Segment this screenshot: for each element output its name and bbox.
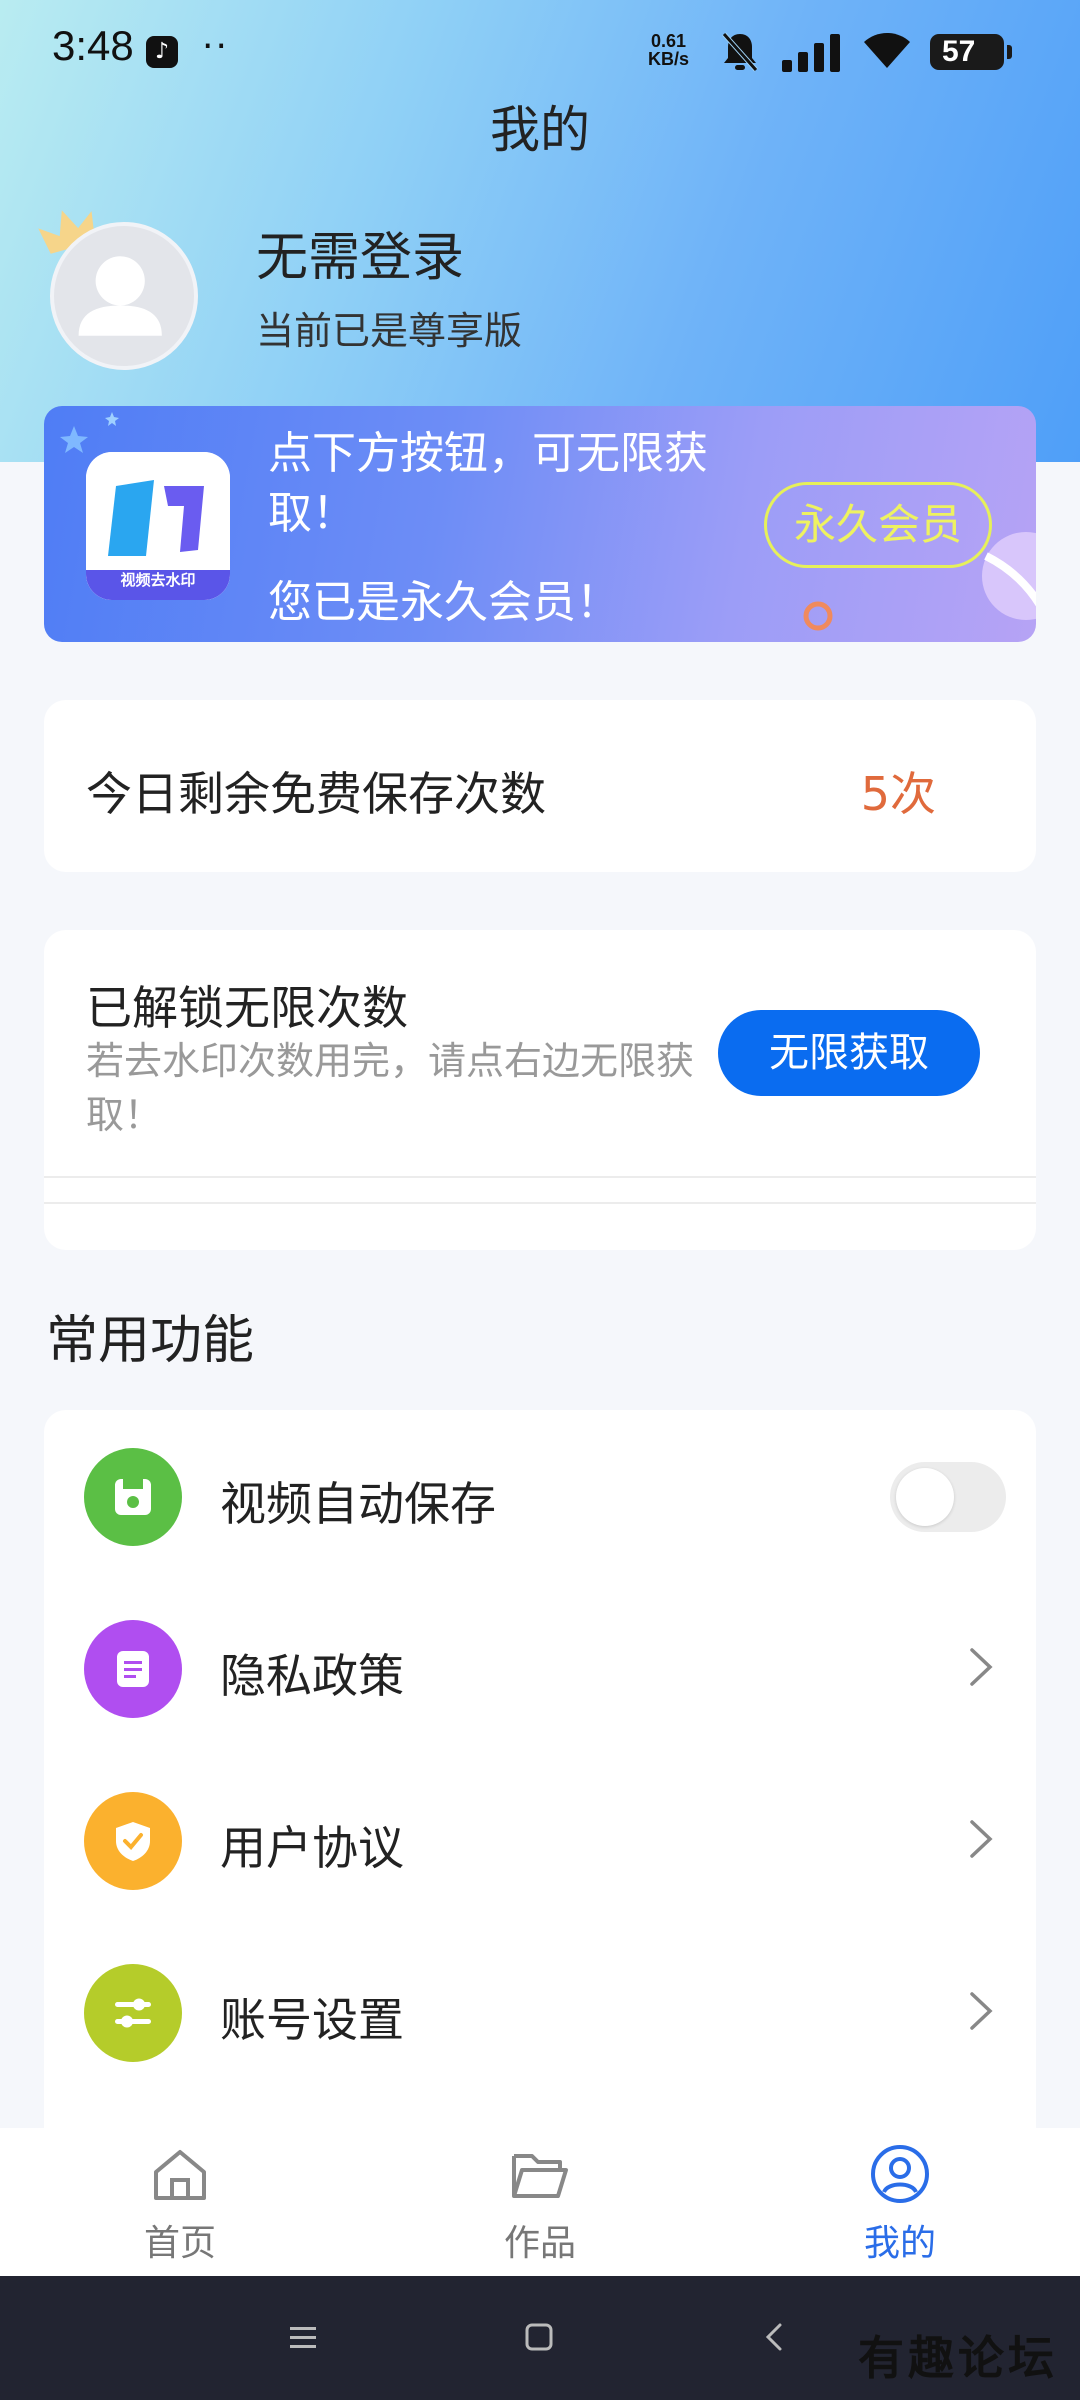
home-button-icon[interactable]	[514, 2312, 564, 2362]
free-saves-count: 5次	[860, 767, 936, 821]
home-icon	[154, 2150, 206, 2200]
tab-works[interactable]: 作品	[440, 2128, 640, 2276]
auto-save-label: 视频自动保存	[220, 1477, 496, 1531]
toggle-knob	[896, 1468, 954, 1526]
divider	[44, 1176, 1036, 1178]
page-title: 我的	[490, 101, 590, 159]
app-logo-label: 视频去水印	[120, 571, 196, 589]
avatar[interactable]	[50, 222, 198, 370]
list-item-user-agreement[interactable]: 用户协议	[44, 1754, 1036, 1926]
app-logo: 视频去水印	[86, 452, 230, 600]
signal-icon	[782, 34, 840, 72]
unlimited-get-button[interactable]: 无限获取	[718, 1010, 980, 1096]
network-speed-value: 0.61	[650, 31, 687, 51]
network-speed: 0.61 KB/s	[648, 32, 689, 68]
bell-off-icon	[722, 32, 758, 72]
tab-works-label: 作品	[503, 2223, 576, 2264]
auto-save-toggle[interactable]	[890, 1462, 1006, 1532]
status-bar: 3:48 ♪ ·· 0.61 KB/s 57	[0, 0, 1080, 100]
sliders-icon	[84, 1964, 182, 2062]
vip-banner[interactable]: 视频去水印 点下方按钮，可无限获取！ 您已是永久会员！ 永久会员	[44, 406, 1036, 642]
tab-mine-label: 我的	[863, 2223, 936, 2264]
tab-home-label: 首页	[143, 2223, 216, 2264]
tab-home[interactable]: 首页	[80, 2128, 280, 2276]
account-settings-label: 账号设置	[220, 1993, 404, 2047]
unlock-card: 已解锁无限次数 若去水印次数用完，请点右边无限获取！ 无限获取	[44, 930, 1036, 1250]
chevron-right-icon	[970, 1992, 993, 2030]
functions-list: 视频自动保存 隐私政策 用户协议 账号设置	[44, 1410, 1036, 2130]
user-name[interactable]: 无需登录	[256, 215, 464, 290]
tiktok-icon: ♪	[146, 36, 178, 68]
document-icon	[84, 1620, 182, 1718]
divider	[44, 1202, 1036, 1204]
user-placeholder-icon	[78, 256, 162, 336]
privacy-policy-label: 隐私政策	[220, 1649, 404, 1703]
free-saves-label: 今日剩余免费保存次数	[86, 767, 546, 821]
unlock-title: 已解锁无限次数	[86, 981, 408, 1035]
tab-mine[interactable]: 我的	[800, 2128, 1000, 2276]
list-item-privacy-policy[interactable]: 隐私政策	[44, 1582, 1036, 1754]
wifi-icon	[864, 33, 910, 68]
folder-icon	[512, 2154, 568, 2198]
user-agreement-label: 用户协议	[220, 1821, 404, 1875]
list-item-auto-save[interactable]: 视频自动保存	[44, 1410, 1036, 1582]
shield-check-icon	[84, 1792, 182, 1890]
chevron-right-icon	[970, 1820, 993, 1858]
section-title: 常用功能	[46, 1311, 255, 1371]
watermark: 有趣论坛	[858, 2331, 1058, 2385]
vip-badge-button[interactable]: 永久会员	[764, 482, 992, 568]
save-icon	[84, 1448, 182, 1546]
user-subtitle: 当前已是尊享版	[256, 309, 523, 353]
status-time: 3:48	[52, 22, 134, 69]
banner-member-status: 您已是永久会员！	[268, 577, 620, 628]
more-notifications-icon: ··	[202, 26, 229, 67]
banner-text: 点下方按钮，可无限获取！	[268, 428, 708, 539]
menu-icon[interactable]	[278, 2312, 328, 2362]
battery-icon: 57	[930, 34, 1012, 70]
back-icon[interactable]	[750, 2312, 800, 2362]
user-circle-icon	[871, 2145, 929, 2203]
network-speed-unit: KB/s	[648, 49, 690, 69]
list-item-account-settings[interactable]: 账号设置	[44, 1926, 1036, 2098]
bottom-navigation: 首页 作品 我的	[0, 2128, 1080, 2276]
ring-decoration-icon	[803, 601, 833, 631]
unlock-description: 若去水印次数用完，请点右边无限获取！	[86, 1039, 695, 1137]
chevron-right-icon	[970, 1648, 993, 1686]
free-saves-card: 今日剩余免费保存次数 5次	[44, 700, 1036, 872]
